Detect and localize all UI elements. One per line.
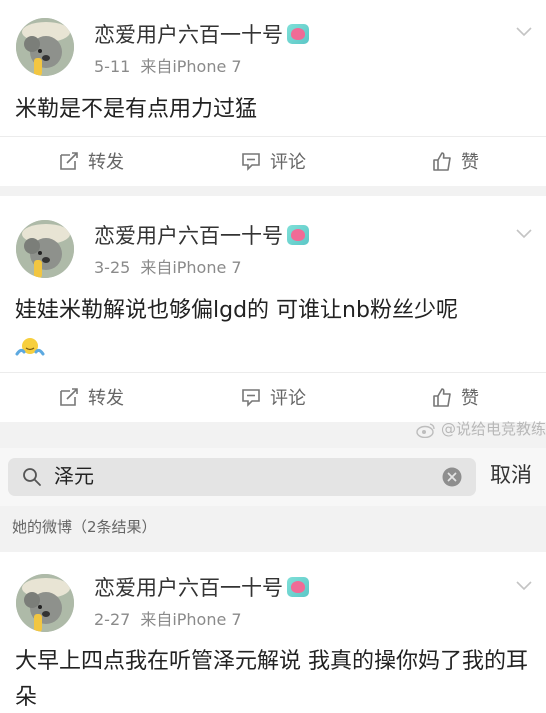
post-meta: 2-27 来自iPhone 7: [94, 612, 242, 628]
post-meta: 3-25 来自iPhone 7: [94, 260, 242, 276]
comment-icon: [242, 388, 260, 407]
post-meta: 5-11 来自iPhone 7: [94, 59, 242, 75]
koala-avatar-icon: [16, 18, 74, 76]
repost-icon: [60, 151, 78, 170]
like-icon: [433, 387, 451, 407]
post-source: 来自iPhone 7: [140, 258, 242, 277]
clear-icon[interactable]: [442, 467, 462, 487]
weibo-post: 恋爱用户六百一十号 2-27 来自iPhone 7 大早上四点我在听管泽元解说 我…: [0, 552, 546, 713]
cancel-button[interactable]: 取消: [490, 462, 532, 489]
weibo-logo-icon: [416, 422, 435, 438]
avatar[interactable]: [16, 220, 74, 278]
comment-button[interactable]: 评论: [182, 373, 364, 420]
post-actions: 转发 评论 赞: [0, 136, 546, 184]
username[interactable]: 恋爱用户六百一十号: [94, 224, 309, 248]
username[interactable]: 恋爱用户六百一十号: [94, 576, 309, 600]
koala-avatar-icon: [16, 574, 74, 632]
like-label: 赞: [461, 151, 479, 173]
like-icon: [433, 151, 451, 171]
weibo-post: 恋爱用户六百一十号 3-25 来自iPhone 7 娃娃米勒解说也够偏lgd的 可…: [0, 196, 546, 422]
shrug-emoji-icon: [15, 338, 45, 356]
results-header: 她的微博（2条结果）: [0, 506, 546, 552]
username-text[interactable]: 恋爱用户六百一十号: [94, 23, 283, 47]
heart-badge-icon: [287, 577, 309, 597]
watermark-text: @说给电竞教练: [440, 420, 546, 438]
post-source: 来自iPhone 7: [140, 57, 242, 76]
post-text: 大早上四点我在听管泽元解说 我真的操你妈了我的耳朵: [15, 649, 528, 710]
repost-label: 转发: [88, 387, 124, 409]
post-text: 娃娃米勒解说也够偏lgd的 可谁让nb粉丝少呢: [15, 293, 526, 365]
avatar[interactable]: [16, 18, 74, 76]
post-date: 3-25: [94, 258, 131, 277]
koala-avatar-icon: [16, 220, 74, 278]
repost-label: 转发: [88, 151, 124, 173]
post-text-content: 娃娃米勒解说也够偏lgd的 可谁让nb粉丝少呢: [15, 298, 458, 323]
search-input[interactable]: 泽元: [8, 458, 476, 496]
post-actions: 转发 评论 赞: [0, 372, 546, 420]
heart-badge-icon: [287, 225, 309, 245]
like-button[interactable]: 赞: [364, 137, 546, 184]
search-icon: [23, 468, 41, 486]
post-text: 米勒是不是有点用力过猛: [15, 97, 258, 122]
comment-icon: [242, 152, 260, 171]
search-query-text[interactable]: 泽元: [54, 466, 94, 486]
comment-button[interactable]: 评论: [182, 137, 364, 184]
watermark: @说给电竞教练: [416, 418, 546, 439]
results-count-label: 她的微博（2条结果）: [12, 518, 157, 536]
like-label: 赞: [461, 387, 479, 409]
chevron-down-icon[interactable]: [516, 24, 532, 40]
post-source: 来自iPhone 7: [140, 610, 242, 629]
username-text[interactable]: 恋爱用户六百一十号: [94, 224, 283, 248]
weibo-post: 恋爱用户六百一十号 5-11 来自iPhone 7 米勒是不是有点用力过猛 转发 …: [0, 0, 546, 186]
repost-icon: [60, 387, 78, 406]
username[interactable]: 恋爱用户六百一十号: [94, 23, 309, 47]
like-button[interactable]: 赞: [364, 373, 546, 420]
post-date: 2-27: [94, 610, 131, 629]
heart-badge-icon: [287, 24, 309, 44]
comment-label: 评论: [270, 387, 306, 409]
comment-label: 评论: [270, 151, 306, 173]
search-bar: 泽元 取消: [0, 448, 546, 506]
post-separator: [0, 186, 546, 196]
username-text[interactable]: 恋爱用户六百一十号: [94, 576, 283, 600]
chevron-down-icon[interactable]: [516, 578, 532, 594]
avatar[interactable]: [16, 574, 74, 632]
chevron-down-icon[interactable]: [516, 226, 532, 242]
repost-button[interactable]: 转发: [0, 373, 182, 420]
repost-button[interactable]: 转发: [0, 137, 182, 184]
post-date: 5-11: [94, 57, 131, 76]
